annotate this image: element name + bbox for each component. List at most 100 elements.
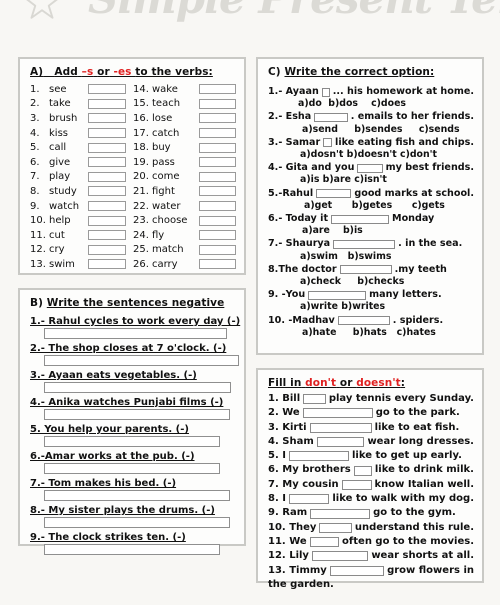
verb-answer-input[interactable] xyxy=(199,244,236,255)
mcq-text-before: The doctor xyxy=(278,263,337,275)
page-header: Simple Present Tense xyxy=(0,0,500,50)
verb-answer-input[interactable] xyxy=(199,98,236,109)
mcq-answer-input[interactable] xyxy=(339,265,392,275)
verb-answer-input[interactable] xyxy=(88,157,126,168)
verb-word: see xyxy=(49,83,67,95)
section-d-conj: or xyxy=(339,377,353,389)
verb-answer-input[interactable] xyxy=(88,171,126,182)
fill-in-answer-input[interactable] xyxy=(309,422,372,433)
mcq-answer-input[interactable] xyxy=(316,189,352,199)
verb-answer-input[interactable] xyxy=(88,142,126,153)
page-title: Simple Present Tense xyxy=(88,0,500,23)
verb-answer-input[interactable] xyxy=(199,171,236,182)
negative-answer-input[interactable] xyxy=(44,463,220,474)
verb-number: 14. xyxy=(133,83,149,95)
fill-in-answer-input[interactable] xyxy=(303,394,326,405)
fill-in-answer-input[interactable] xyxy=(311,551,369,562)
fill-in-answer-input[interactable] xyxy=(353,465,372,476)
fill-in-item: 11. We often go to the movies. xyxy=(268,535,474,549)
mcq-options[interactable]: a)is b)are c)isn't xyxy=(268,174,474,186)
fill-in-answer-input[interactable] xyxy=(288,494,330,505)
section-b-panel: B) Write the sentences negative 1.- Rahu… xyxy=(18,288,246,555)
mcq-question: 10. - Madhav . spiders. xyxy=(268,315,474,327)
verb-answer-input[interactable] xyxy=(88,244,126,255)
verb-answer-input[interactable] xyxy=(88,186,126,197)
mcq-answer-input[interactable] xyxy=(331,214,390,224)
verb-number: 12. xyxy=(30,244,46,256)
section-b-heading: B) Write the sentences negative xyxy=(30,297,236,309)
fill-in-answer-input[interactable] xyxy=(288,451,349,462)
negative-answer-input[interactable] xyxy=(44,382,231,393)
verb-answer-input[interactable] xyxy=(199,201,236,212)
verb-answer-input[interactable] xyxy=(88,84,126,95)
verb-answer-input[interactable] xyxy=(88,98,126,109)
fill-in-answer-input[interactable] xyxy=(341,479,372,490)
mcq-answer-input[interactable] xyxy=(321,87,330,97)
fill-in-text-before: Timmy xyxy=(289,564,327,576)
fill-in-answer-input[interactable] xyxy=(316,437,365,448)
verb-answer-input[interactable] xyxy=(199,142,236,153)
verb-answer-input[interactable] xyxy=(199,157,236,168)
negative-answer-input[interactable] xyxy=(44,544,220,555)
negative-sentence-item: 3.- Ayaan eats vegetables. (-) xyxy=(30,370,236,393)
negative-sentence-item: 8.- My sister plays the drums. (-) xyxy=(30,505,236,528)
fill-in-answer-input[interactable] xyxy=(329,565,385,576)
verb-answer-input[interactable] xyxy=(199,230,236,241)
fill-in-answer-input[interactable] xyxy=(309,537,340,548)
mcq-item: 4.- Gita and you my best friends. a)is b)… xyxy=(268,162,474,186)
mcq-options[interactable]: a)get b)getes c)gets xyxy=(268,200,474,212)
verb-word: water xyxy=(152,200,181,212)
mcq-options[interactable]: a)are b)is xyxy=(268,225,474,237)
mcq-options[interactable]: a)do b)dos c)does xyxy=(268,98,474,110)
verb-answer-input[interactable] xyxy=(88,259,126,270)
negative-answer-input[interactable] xyxy=(44,409,230,420)
mcq-options[interactable]: a)send b)sendes c)sends xyxy=(268,124,474,136)
negative-answer-input[interactable] xyxy=(44,355,239,366)
verb-answer-input[interactable] xyxy=(88,128,126,139)
mcq-number: 1.- xyxy=(268,86,286,97)
mcq-answer-input[interactable] xyxy=(357,163,383,173)
sentence-text: 4.- Anika watches Punjabi films (-) xyxy=(30,397,224,408)
mcq-text-after: .my teeth xyxy=(394,263,447,275)
fill-in-answer-input[interactable] xyxy=(319,522,352,533)
verb-answer-input[interactable] xyxy=(199,128,236,139)
verb-answer-input[interactable] xyxy=(199,186,236,197)
fill-in-answer-input[interactable] xyxy=(302,408,373,419)
verb-number: 6. xyxy=(30,156,40,168)
negative-answer-input[interactable] xyxy=(44,517,230,528)
verb-number: 16. xyxy=(133,112,149,124)
fill-in-text-after: wear shorts at all. xyxy=(371,550,474,562)
verb-answer-input[interactable] xyxy=(199,113,236,124)
mcq-number: 6.- xyxy=(268,213,286,225)
verb-row: 3. brush xyxy=(30,111,133,126)
verb-answer-input[interactable] xyxy=(88,215,126,226)
negative-answer-input[interactable] xyxy=(44,328,227,339)
fill-in-answer-input[interactable] xyxy=(310,508,371,519)
fill-in-item: 6. My brothers like to drink milk. xyxy=(268,463,474,477)
verb-answer-input[interactable] xyxy=(88,201,126,212)
verb-row: 17. catch xyxy=(133,126,236,141)
mcq-answer-input[interactable] xyxy=(333,240,396,250)
mcq-answer-input[interactable] xyxy=(337,316,390,326)
fill-in-text-after: grow flowers in xyxy=(387,564,474,576)
mcq-question: 8. The doctor .my teeth xyxy=(268,264,474,276)
verb-answer-input[interactable] xyxy=(199,215,236,226)
verb-answer-input[interactable] xyxy=(199,84,236,95)
section-c-list: 1.- Ayaan ... his homework at home. a)do b… xyxy=(268,86,474,339)
verb-row: 14. wake xyxy=(133,82,236,97)
mcq-answer-input[interactable] xyxy=(323,138,333,148)
negative-answer-input[interactable] xyxy=(44,436,220,447)
verb-answer-input[interactable] xyxy=(199,259,236,270)
mcq-options[interactable]: a)swim b)swims xyxy=(268,251,474,263)
mcq-options[interactable]: a)hate b)hats c)hates xyxy=(268,327,474,339)
mcq-answer-input[interactable] xyxy=(314,113,348,122)
mcq-options[interactable]: a)dosn't b)doesn't c)don't xyxy=(268,149,474,161)
verb-row: 5. call xyxy=(30,140,133,155)
verb-row: 15. teach xyxy=(133,97,236,112)
mcq-options[interactable]: a)write b)writes xyxy=(268,301,474,313)
verb-answer-input[interactable] xyxy=(88,230,126,241)
verb-answer-input[interactable] xyxy=(88,113,126,124)
mcq-options[interactable]: a)check b)checks xyxy=(268,276,474,288)
mcq-answer-input[interactable] xyxy=(308,290,367,300)
negative-answer-input[interactable] xyxy=(44,490,230,501)
